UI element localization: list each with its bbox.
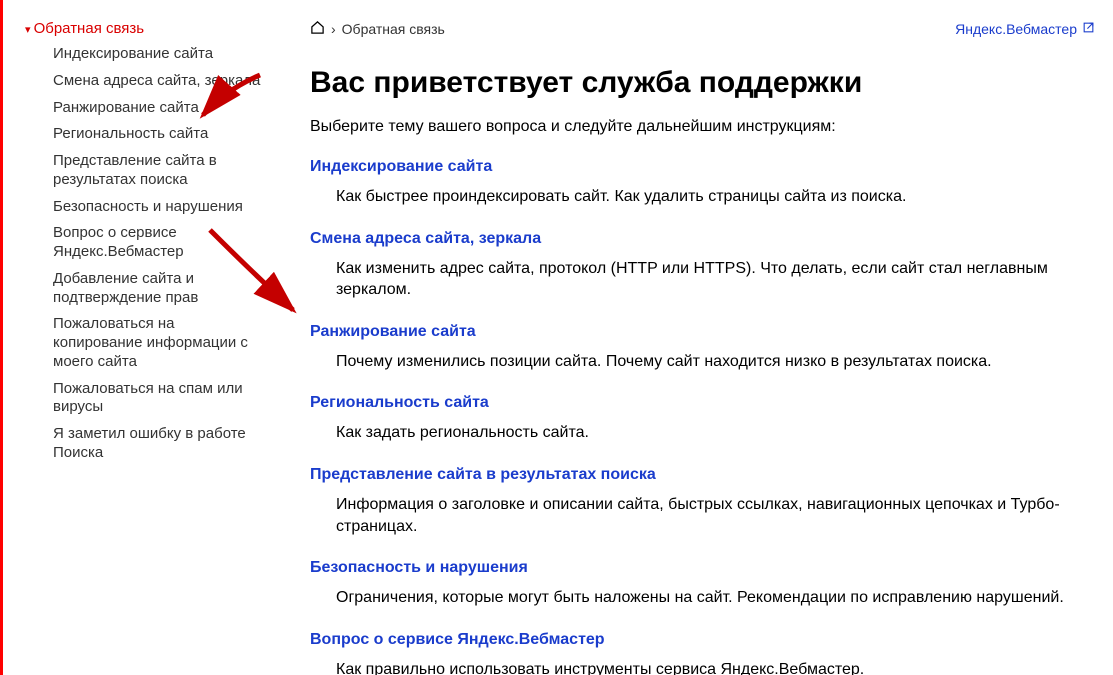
sidebar-item[interactable]: Пожаловаться на спам или вирусы xyxy=(53,380,263,418)
page-title: Вас приветствует служба поддержки xyxy=(310,66,1095,100)
topic-block: Представление сайта в результатах поиска… xyxy=(310,466,1095,537)
breadcrumb-current: Обратная связь xyxy=(342,21,445,37)
sidebar-item[interactable]: Ранжирование сайта xyxy=(53,99,263,118)
topic-block: Вопрос о сервисе Яндекс.Вебмастер Как пр… xyxy=(310,631,1095,675)
sidebar-item[interactable]: Представление сайта в результатах поиска xyxy=(53,152,263,190)
external-link-label: Яндекс.Вебмастер xyxy=(955,21,1077,37)
topic-desc: Почему изменились позиции сайта. Почему … xyxy=(336,351,1095,373)
sidebar-item[interactable]: Пожаловаться на копирование информации с… xyxy=(53,315,263,371)
external-link-icon xyxy=(1082,21,1095,37)
topic-desc: Как изменить адрес сайта, протокол (HTTP… xyxy=(336,258,1095,301)
sidebar-item[interactable]: Вопрос о сервисе Яндекс.Вебмастер xyxy=(53,224,263,262)
topic-block: Ранжирование сайта Почему изменились поз… xyxy=(310,323,1095,373)
topic-block: Индексирование сайта Как быстрее проинде… xyxy=(310,158,1095,208)
topic-desc: Информация о заголовке и описании сайта,… xyxy=(336,494,1095,537)
topic-desc: Как быстрее проиндексировать сайт. Как у… xyxy=(336,186,1095,208)
breadcrumb: › Обратная связь xyxy=(310,20,445,38)
sidebar-item[interactable]: Региональность сайта xyxy=(53,125,263,144)
topic-desc: Как задать региональность сайта. xyxy=(336,422,1095,444)
sidebar-item[interactable]: Добавление сайта и подтверждение прав xyxy=(53,270,263,308)
sidebar: Обратная связь Индексирование сайта Смен… xyxy=(0,0,280,675)
breadcrumb-sep: › xyxy=(331,21,336,37)
topic-link[interactable]: Смена адреса сайта, зеркала xyxy=(310,230,1095,248)
topic-block: Смена адреса сайта, зеркала Как изменить… xyxy=(310,230,1095,301)
sidebar-item[interactable]: Индексирование сайта xyxy=(53,45,263,64)
sidebar-root-item[interactable]: Обратная связь xyxy=(25,20,270,37)
sidebar-item[interactable]: Смена адреса сайта, зеркала xyxy=(53,72,263,91)
home-icon[interactable] xyxy=(310,20,325,38)
topic-link[interactable]: Безопасность и нарушения xyxy=(310,559,1095,577)
topic-link[interactable]: Ранжирование сайта xyxy=(310,323,1095,341)
external-link-webmaster[interactable]: Яндекс.Вебмастер xyxy=(955,21,1095,37)
topic-block: Региональность сайта Как задать регионал… xyxy=(310,394,1095,444)
sidebar-item[interactable]: Я заметил ошибку в работе Поиска xyxy=(53,425,263,463)
main-content: › Обратная связь Яндекс.Вебмастер Вас пр… xyxy=(280,0,1113,675)
topic-link[interactable]: Региональность сайта xyxy=(310,394,1095,412)
page-root: Обратная связь Индексирование сайта Смен… xyxy=(0,0,1113,675)
topic-block: Безопасность и нарушения Ограничения, ко… xyxy=(310,559,1095,609)
sidebar-item[interactable]: Безопасность и нарушения xyxy=(53,198,263,217)
topic-link[interactable]: Представление сайта в результатах поиска xyxy=(310,466,1095,484)
topic-desc: Ограничения, которые могут быть наложены… xyxy=(336,587,1095,609)
topbar: › Обратная связь Яндекс.Вебмастер xyxy=(310,20,1095,38)
topic-link[interactable]: Индексирование сайта xyxy=(310,158,1095,176)
topic-link[interactable]: Вопрос о сервисе Яндекс.Вебмастер xyxy=(310,631,1095,649)
intro-text: Выберите тему вашего вопроса и следуйте … xyxy=(310,118,1095,136)
sidebar-list: Индексирование сайта Смена адреса сайта,… xyxy=(25,45,270,463)
topic-desc: Как правильно использовать инструменты с… xyxy=(336,659,1095,675)
